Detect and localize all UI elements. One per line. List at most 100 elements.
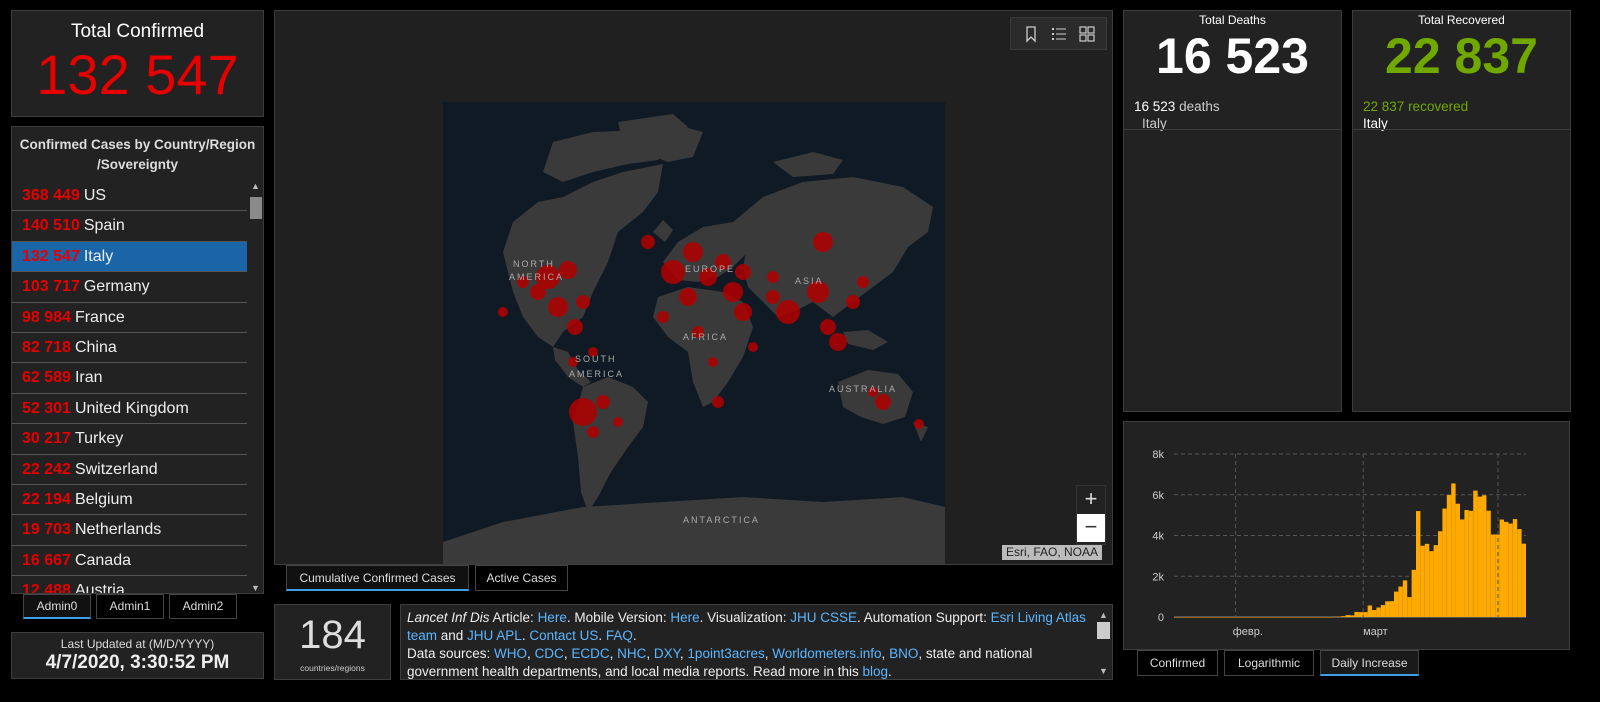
tab-confirmed[interactable]: Confirmed xyxy=(1137,650,1218,676)
list-item[interactable]: 19 703 Netherlands xyxy=(12,515,247,546)
bar[interactable] xyxy=(1235,617,1240,618)
bar[interactable] xyxy=(1367,605,1372,617)
list-item[interactable]: 12 488 Austria xyxy=(12,576,247,593)
case-dot[interactable] xyxy=(708,357,718,367)
country-list-scrollbar[interactable]: ▲ ▼ xyxy=(247,181,263,593)
case-dot[interactable] xyxy=(679,288,697,306)
bar[interactable] xyxy=(1301,617,1306,618)
bar[interactable] xyxy=(1310,617,1315,618)
bar[interactable] xyxy=(1429,551,1434,617)
bar[interactable] xyxy=(1512,519,1518,617)
case-dot[interactable] xyxy=(613,417,623,427)
list-item[interactable]: 16 667 Canada xyxy=(12,546,247,577)
bar[interactable] xyxy=(1473,490,1478,617)
case-dot[interactable] xyxy=(820,319,836,335)
tab-admin2[interactable]: Admin2 xyxy=(169,594,237,619)
bar[interactable] xyxy=(1218,617,1223,618)
faq-link[interactable]: FAQ xyxy=(606,628,633,643)
list-item[interactable]: 22 242 Switzerland xyxy=(12,455,247,485)
source-link[interactable]: NHC xyxy=(617,646,646,661)
bar[interactable] xyxy=(1328,617,1333,618)
country-list[interactable]: 368 449 US 140 510 Spain 132 547 Italy 103 717… xyxy=(12,181,247,593)
bar[interactable] xyxy=(1187,617,1192,618)
legend-list-icon[interactable] xyxy=(1049,25,1069,43)
list-item[interactable]: 30 217 Turkey xyxy=(12,424,247,455)
case-dot[interactable] xyxy=(587,426,599,438)
case-dot[interactable] xyxy=(767,271,779,283)
bar[interactable] xyxy=(1306,617,1311,618)
bar[interactable] xyxy=(1314,617,1320,618)
bar[interactable] xyxy=(1240,617,1245,618)
source-link[interactable]: 1point3acres xyxy=(687,646,764,661)
bar[interactable] xyxy=(1455,503,1460,617)
bar[interactable] xyxy=(1257,617,1262,618)
bar[interactable] xyxy=(1376,607,1381,617)
case-dot[interactable] xyxy=(683,242,703,262)
bar[interactable] xyxy=(1248,617,1254,618)
case-dot[interactable] xyxy=(657,311,669,323)
daily-increase-chart[interactable]: 0 2k 4k 6k 8k февр. март xyxy=(1124,422,1569,649)
case-dot[interactable] xyxy=(846,295,860,309)
info-scrollbar[interactable]: ▲ ▼ xyxy=(1095,605,1112,679)
bookmark-icon[interactable] xyxy=(1021,25,1041,43)
case-dot[interactable] xyxy=(734,303,752,321)
source-link[interactable]: DXY xyxy=(654,646,680,661)
bar[interactable] xyxy=(1182,617,1188,618)
bar[interactable] xyxy=(1231,617,1236,618)
tab-cumulative-confirmed[interactable]: Cumulative Confirmed Cases xyxy=(286,565,469,591)
case-dot[interactable] xyxy=(548,297,568,317)
source-link[interactable]: WHO xyxy=(494,646,527,661)
case-dot[interactable] xyxy=(748,342,758,352)
bar[interactable] xyxy=(1288,617,1293,618)
bar[interactable] xyxy=(1442,508,1447,617)
bar[interactable] xyxy=(1279,617,1284,618)
bar[interactable] xyxy=(1398,586,1403,617)
case-dot[interactable] xyxy=(498,307,508,317)
source-link[interactable]: BNO xyxy=(889,646,918,661)
list-item[interactable]: 103 717 Germany xyxy=(12,272,247,303)
bar[interactable] xyxy=(1416,511,1421,617)
case-dot[interactable] xyxy=(530,284,546,300)
bar[interactable] xyxy=(1490,534,1496,617)
bar[interactable] xyxy=(1420,545,1425,617)
case-dot[interactable] xyxy=(569,398,597,426)
bar[interactable] xyxy=(1226,617,1232,618)
bar[interactable] xyxy=(1482,495,1487,617)
bar[interactable] xyxy=(1336,616,1342,618)
bar[interactable] xyxy=(1372,610,1377,617)
bar[interactable] xyxy=(1521,543,1526,617)
bar[interactable] xyxy=(1495,534,1500,617)
case-dot[interactable] xyxy=(576,295,590,309)
bar[interactable] xyxy=(1209,617,1214,618)
bar[interactable] xyxy=(1433,545,1438,617)
case-dot[interactable] xyxy=(641,235,655,249)
jhu-csse-link[interactable]: JHU CSSE xyxy=(790,610,857,625)
scroll-thumb[interactable] xyxy=(1097,622,1110,639)
scroll-thumb[interactable] xyxy=(250,197,262,219)
bar[interactable] xyxy=(1424,543,1430,617)
scroll-down-icon[interactable]: ▼ xyxy=(1095,662,1112,679)
case-dot[interactable] xyxy=(567,319,583,335)
bar[interactable] xyxy=(1191,617,1196,618)
bar[interactable] xyxy=(1323,617,1328,618)
bar[interactable] xyxy=(1270,617,1276,618)
bar[interactable] xyxy=(1196,617,1201,618)
bar[interactable] xyxy=(1213,617,1218,618)
list-item[interactable]: 98 984 France xyxy=(12,303,247,333)
bar[interactable] xyxy=(1460,519,1465,617)
case-dot[interactable] xyxy=(857,276,869,288)
case-dot[interactable] xyxy=(735,264,751,280)
bar[interactable] xyxy=(1200,617,1205,618)
bar[interactable] xyxy=(1486,510,1491,617)
bar[interactable] xyxy=(1477,496,1482,617)
zoom-in-button[interactable]: + xyxy=(1077,486,1105,514)
basemap-gallery-icon[interactable] xyxy=(1077,25,1097,43)
tab-admin1[interactable]: Admin1 xyxy=(96,594,164,619)
bar[interactable] xyxy=(1244,617,1249,618)
jhu-apl-link[interactable]: JHU APL xyxy=(467,628,522,643)
bar[interactable] xyxy=(1380,605,1386,617)
bar[interactable] xyxy=(1407,597,1412,617)
case-dot[interactable] xyxy=(813,232,833,252)
scroll-up-icon[interactable]: ▲ xyxy=(247,181,263,191)
case-dot[interactable] xyxy=(829,333,847,351)
